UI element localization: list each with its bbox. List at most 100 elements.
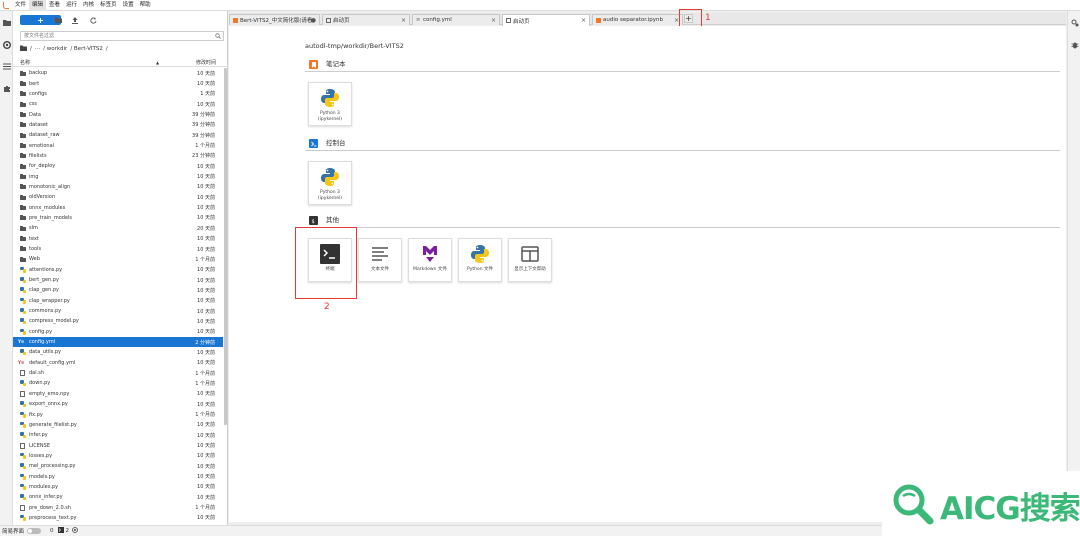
folder-icon bbox=[20, 194, 26, 200]
simple-mode-toggle[interactable] bbox=[27, 528, 42, 534]
file-modified-time: 1 个月前 bbox=[195, 143, 215, 150]
section-header-1: 笔记本 bbox=[305, 60, 1060, 72]
column-modified-header[interactable]: 修改时间 bbox=[196, 59, 216, 66]
file-row[interactable]: configs 1 天前 bbox=[13, 89, 223, 99]
launcher-card-python[interactable]: Python 3 (ipykernel) bbox=[308, 161, 352, 205]
file-row[interactable]: img 10 天前 bbox=[13, 171, 223, 181]
file-row[interactable]: default_config.yml 10 天前 bbox=[13, 358, 223, 368]
file-row[interactable]: config.yml 2 分钟前 bbox=[13, 336, 223, 348]
file-row[interactable]: attentions.py 10 天前 bbox=[13, 265, 223, 275]
file-row[interactable]: emotional 1 个月前 bbox=[13, 140, 223, 150]
launcher-card-context-help[interactable]: 显示上下文帮助 bbox=[508, 238, 552, 282]
file-modified-time: 10 天前 bbox=[197, 81, 215, 88]
file-row[interactable]: clap_gen.py 10 天前 bbox=[13, 285, 223, 295]
tab-1[interactable]: Bert-VITS2_中文简化版(请看! ● bbox=[229, 14, 320, 25]
folder-icon[interactable] bbox=[2, 18, 11, 27]
menu-item[interactable]: 运行 bbox=[63, 0, 80, 11]
close-tab-icon[interactable]: ● bbox=[311, 17, 316, 24]
breadcrumb-item[interactable]: / Bert-VITS2 bbox=[70, 46, 103, 52]
file-row[interactable]: export_onnx.py 10 天前 bbox=[13, 399, 223, 409]
file-name: modules.py bbox=[29, 483, 59, 490]
file-row[interactable]: losses.py 10 天前 bbox=[13, 451, 223, 461]
file-row[interactable]: compress_model.py 10 天前 bbox=[13, 316, 223, 326]
file-row[interactable]: empty_emo.npy 10 天前 bbox=[13, 389, 223, 399]
tab-5[interactable]: audio separator.ipynb × bbox=[592, 14, 683, 25]
folder-icon bbox=[20, 80, 26, 86]
file-row[interactable]: onnx_infer.py 10 天前 bbox=[13, 492, 223, 502]
file-row[interactable]: text 10 天前 bbox=[13, 234, 223, 244]
file-row[interactable]: backup 10 天前 bbox=[13, 68, 223, 78]
file-row[interactable]: pre_train_models 10 天前 bbox=[13, 213, 223, 223]
file-row[interactable]: bert_gen.py 10 天前 bbox=[13, 275, 223, 285]
file-modified-time: 10 天前 bbox=[197, 174, 215, 181]
file-row[interactable]: oldVersion 10 天前 bbox=[13, 192, 223, 202]
file-row[interactable]: Web 1 个月前 bbox=[13, 254, 223, 264]
file-row[interactable]: modules.py 10 天前 bbox=[13, 482, 223, 492]
tab-2[interactable]: 启动页 × bbox=[322, 14, 410, 25]
python-file-icon bbox=[20, 514, 26, 521]
launcher-card-python[interactable]: Python 3 (ipykernel) bbox=[308, 82, 352, 126]
file-row[interactable]: models.py 10 天前 bbox=[13, 471, 223, 481]
file-row[interactable]: clap_wrapper.py 10 天前 bbox=[13, 296, 223, 306]
launcher-card-text-file[interactable]: 文本文件 bbox=[358, 238, 402, 282]
file-row[interactable]: config.py 10 天前 bbox=[13, 327, 223, 337]
file-modified-time: 10 天前 bbox=[197, 401, 215, 408]
breadcrumb-item[interactable]: / bbox=[30, 46, 32, 52]
file-row[interactable]: onnx_modules 10 天前 bbox=[13, 202, 223, 212]
debugger-icon[interactable] bbox=[1070, 40, 1079, 49]
file-row[interactable]: slm 20 天前 bbox=[13, 223, 223, 233]
column-name-header[interactable]: 名称 bbox=[20, 59, 30, 66]
new-folder-icon[interactable] bbox=[54, 16, 62, 24]
file-list-scrollbar[interactable] bbox=[224, 68, 227, 425]
filter-input-box[interactable] bbox=[20, 31, 224, 41]
refresh-icon[interactable] bbox=[89, 16, 97, 24]
file-row[interactable]: monotonic_align 10 天前 bbox=[13, 182, 223, 192]
file-row[interactable]: preprocess_text.py 10 天前 bbox=[13, 513, 223, 523]
home-folder-icon[interactable] bbox=[20, 45, 27, 53]
file-row[interactable]: filelists 23 分钟前 bbox=[13, 151, 223, 161]
file-row[interactable]: infer.py 10 天前 bbox=[13, 430, 223, 440]
extensions-icon[interactable] bbox=[2, 84, 11, 93]
file-row[interactable]: bert 10 天前 bbox=[13, 78, 223, 88]
file-row[interactable]: down.py 1 个月前 bbox=[13, 378, 223, 388]
file-row[interactable]: data_utils.py 10 天前 bbox=[13, 347, 223, 357]
breadcrumb-item[interactable]: / bbox=[106, 46, 108, 52]
close-tab-icon[interactable]: × bbox=[491, 17, 496, 24]
close-tab-icon[interactable]: × bbox=[401, 17, 406, 24]
menu-item[interactable]: 编辑 bbox=[29, 0, 47, 11]
file-row[interactable]: LICENSE 10 天前 bbox=[13, 440, 223, 450]
menu-item[interactable]: 内核 bbox=[80, 0, 97, 11]
launcher-card-markdown[interactable]: Markdown 文件 bbox=[408, 238, 452, 282]
file-row[interactable]: generate_filelist.py 10 天前 bbox=[13, 420, 223, 430]
breadcrumb-item[interactable]: ··· bbox=[35, 46, 40, 52]
upload-icon[interactable] bbox=[71, 16, 79, 24]
file-row[interactable]: css 10 天前 bbox=[13, 99, 223, 109]
menu-item[interactable]: 设置 bbox=[120, 0, 137, 11]
tab-4[interactable]: 启动页 × bbox=[502, 14, 590, 26]
file-row[interactable]: dal.sh 1 个月前 bbox=[13, 368, 223, 378]
file-row[interactable]: fix.py 1 个月前 bbox=[13, 409, 223, 419]
running-icon[interactable] bbox=[2, 40, 11, 49]
breadcrumb-item[interactable]: / workdir bbox=[43, 46, 67, 52]
table-of-contents-icon[interactable] bbox=[2, 62, 11, 71]
menu-item[interactable]: 查看 bbox=[46, 0, 63, 11]
menu-item[interactable]: 文件 bbox=[12, 0, 29, 11]
file-name: losses.py bbox=[29, 452, 53, 459]
file-row[interactable]: dataset 39 分钟前 bbox=[13, 120, 223, 130]
file-row[interactable]: dataset_raw 39 分钟前 bbox=[13, 130, 223, 140]
python-file-icon bbox=[20, 463, 26, 470]
launcher-card-python[interactable]: Python 文件 bbox=[458, 238, 502, 282]
file-row[interactable]: pre_down_2.0.sh 1 个月前 bbox=[13, 502, 223, 512]
file-row[interactable]: for_deploy 10 天前 bbox=[13, 161, 223, 171]
menu-item[interactable]: 帮助 bbox=[137, 0, 154, 11]
close-tab-icon[interactable]: × bbox=[581, 17, 586, 24]
property-inspector-icon[interactable] bbox=[1070, 18, 1079, 27]
menu-item[interactable]: 标签页 bbox=[97, 0, 120, 11]
filter-input[interactable] bbox=[21, 32, 211, 40]
tab-3[interactable]: ≡ config.yml × bbox=[412, 14, 500, 25]
file-row[interactable]: tools 10 天前 bbox=[13, 244, 223, 254]
file-row[interactable]: commons.py 10 天前 bbox=[13, 306, 223, 316]
file-row[interactable]: Data 39 分钟前 bbox=[13, 109, 223, 119]
file-row[interactable]: mel_processing.py 10 天前 bbox=[13, 461, 223, 471]
sort-caret-icon[interactable]: ▲ bbox=[156, 60, 159, 65]
